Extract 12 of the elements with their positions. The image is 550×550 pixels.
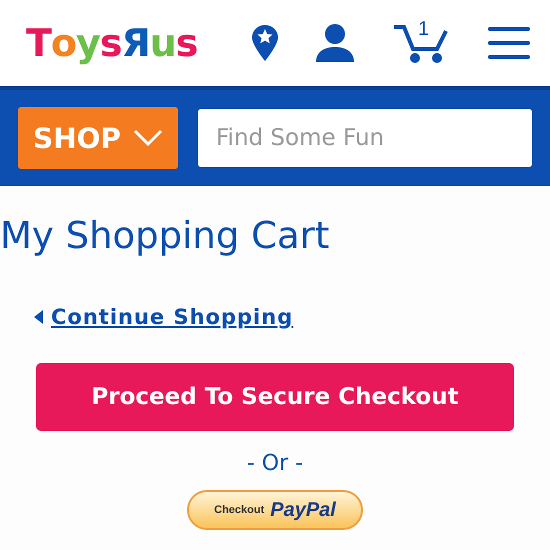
logo[interactable]: ToysЯus	[26, 24, 198, 62]
separator-text: - Or -	[246, 451, 304, 476]
checkout-button[interactable]: Proceed To Secure Checkout	[36, 363, 514, 431]
caret-icon	[34, 310, 43, 324]
account-icon[interactable]	[316, 24, 354, 62]
search-field[interactable]: Find Some Fun	[198, 109, 532, 167]
chevron-down-icon	[132, 129, 163, 147]
location-pin-icon[interactable]	[252, 25, 278, 61]
page-title: My Shopping Cart	[0, 214, 330, 257]
paypal-button[interactable]: Checkout PayPal	[187, 490, 363, 530]
menu-icon[interactable]	[488, 27, 530, 59]
continue-shopping-link[interactable]: Continue Shopping	[51, 305, 294, 329]
